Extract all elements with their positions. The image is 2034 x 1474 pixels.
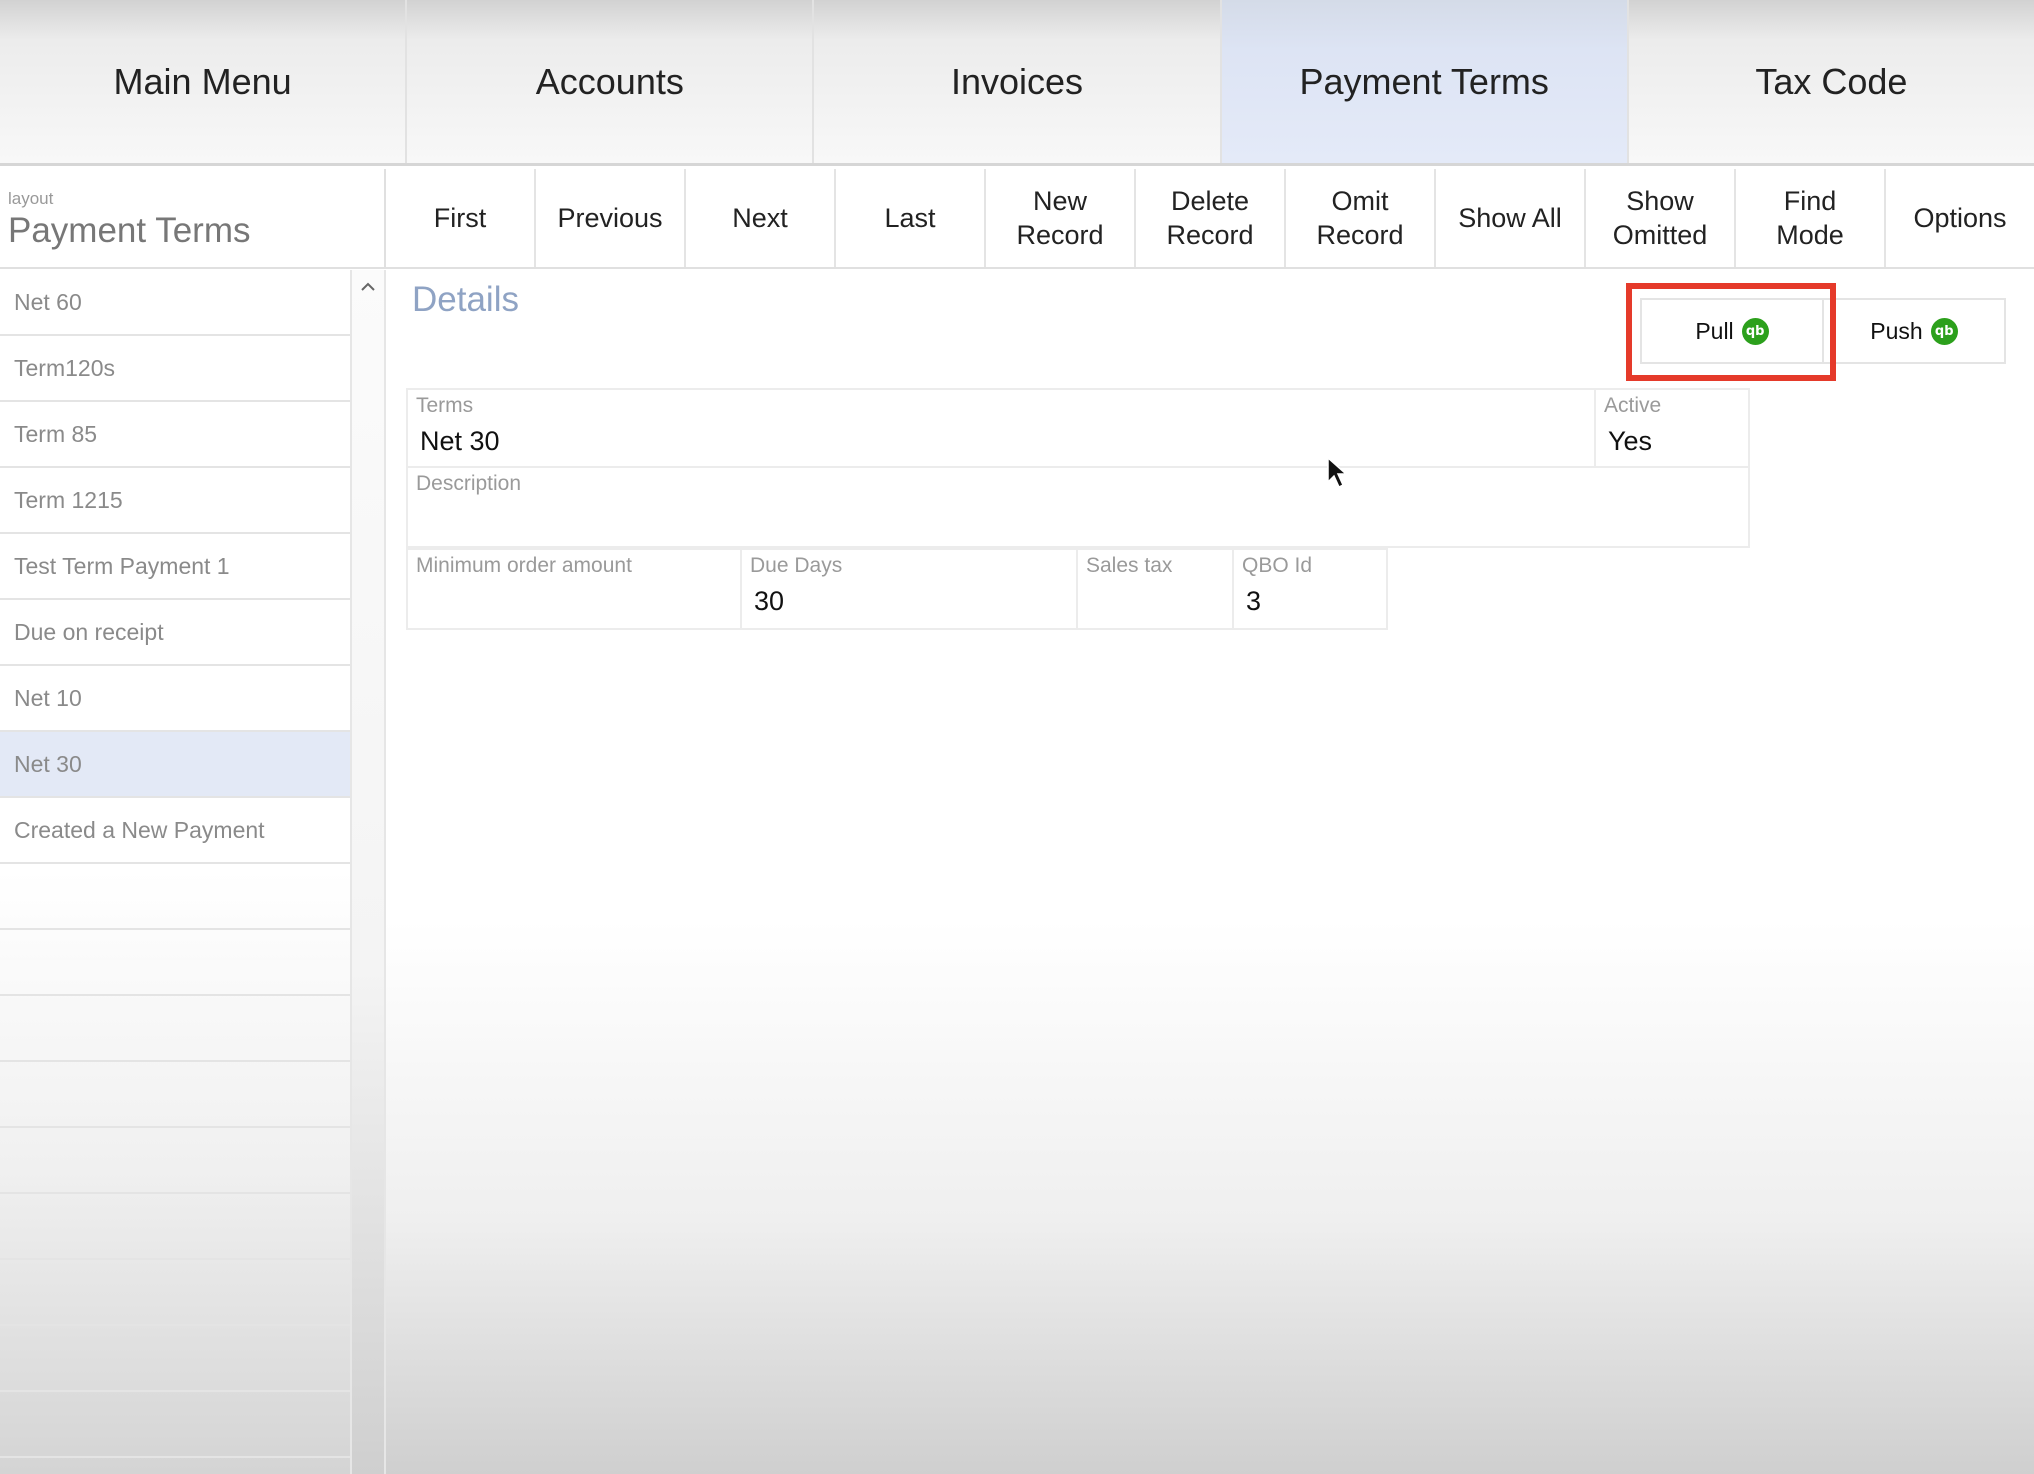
tab-accounts[interactable]: Accounts <box>407 0 815 163</box>
first-button[interactable]: First <box>386 169 536 267</box>
list-item[interactable]: Term 1215 <box>0 468 350 534</box>
quickbooks-icon: qb <box>1741 317 1769 345</box>
mouse-cursor-icon <box>1327 456 1348 489</box>
description-label: Description <box>416 472 522 495</box>
list-item-selected[interactable]: Net 30 <box>0 732 350 798</box>
list-item-empty <box>0 1326 350 1392</box>
list-item[interactable]: Test Term Payment 1 <box>0 534 350 600</box>
sales-tax-label: Sales tax <box>1086 554 1173 577</box>
previous-button[interactable]: Previous <box>536 169 686 267</box>
qbo-id-value: 3 <box>1246 586 1262 616</box>
layout-caption: layout <box>8 189 54 208</box>
push-button[interactable]: Push qb <box>1822 298 2006 364</box>
list-item-empty <box>0 996 350 1062</box>
list-item-empty <box>0 1128 350 1194</box>
details-panel: Details Pull qb Push qb Terms Net 30 Act… <box>386 270 2034 1474</box>
terms-field[interactable]: Terms Net 30 <box>406 388 1596 468</box>
tab-invoices[interactable]: Invoices <box>814 0 1222 163</box>
tab-payment-terms[interactable]: Payment Terms <box>1221 0 1629 163</box>
show-all-button[interactable]: Show All <box>1436 169 1586 267</box>
push-label: Push <box>1870 317 1923 344</box>
show-omitted-button[interactable]: Show Omitted <box>1586 169 1736 267</box>
terms-label: Terms <box>416 394 474 417</box>
options-button[interactable]: Options <box>1886 169 2034 267</box>
find-mode-button[interactable]: Find Mode <box>1736 169 1886 267</box>
record-toolbar: First Previous Next Last New Record Dele… <box>386 169 2034 269</box>
pull-label: Pull <box>1695 317 1734 344</box>
list-item-empty <box>0 930 350 996</box>
list-item[interactable]: Term120s <box>0 336 350 402</box>
list-item[interactable]: Due on receipt <box>0 600 350 666</box>
payment-terms-list: Net 60 Term120s Term 85 Term 1215 Test T… <box>0 270 350 1474</box>
minimum-order-amount-field[interactable]: Minimum order amount <box>406 548 742 630</box>
tab-tax-code[interactable]: Tax Code <box>1629 0 2034 163</box>
sales-tax-field[interactable]: Sales tax <box>1076 548 1234 630</box>
due-days-value: 30 <box>754 586 785 616</box>
qbo-id-label: QBO Id <box>1242 554 1313 577</box>
omit-record-button[interactable]: Omit Record <box>1286 169 1436 267</box>
details-title: Details <box>412 280 519 319</box>
active-field[interactable]: Active Yes <box>1594 388 1750 468</box>
scroll-up-icon[interactable] <box>352 270 384 304</box>
next-button[interactable]: Next <box>686 169 836 267</box>
last-button[interactable]: Last <box>836 169 986 267</box>
tab-main-menu[interactable]: Main Menu <box>0 0 408 163</box>
delete-record-button[interactable]: Delete Record <box>1136 169 1286 267</box>
top-navigation: Main Menu Accounts Invoices Payment Term… <box>0 0 2034 166</box>
minimum-order-amount-label: Minimum order amount <box>416 554 632 577</box>
list-item-empty <box>0 864 350 930</box>
pull-button[interactable]: Pull qb <box>1640 298 1824 364</box>
list-scrollbar[interactable] <box>350 270 386 1474</box>
list-item[interactable]: Net 60 <box>0 270 350 336</box>
list-item-empty <box>0 1062 350 1128</box>
qbo-id-field[interactable]: QBO Id 3 <box>1232 548 1388 630</box>
list-item-empty <box>0 1194 350 1260</box>
active-value: Yes <box>1608 426 1653 456</box>
list-item-empty <box>0 1260 350 1326</box>
list-item[interactable]: Created a New Payment <box>0 798 350 864</box>
due-days-field[interactable]: Due Days 30 <box>740 548 1078 630</box>
quickbooks-icon: qb <box>1930 317 1958 345</box>
due-days-label: Due Days <box>750 554 843 577</box>
terms-value: Net 30 <box>420 426 500 456</box>
layout-selector[interactable]: layout Payment Terms <box>0 169 386 269</box>
new-record-button[interactable]: New Record <box>986 169 1136 267</box>
list-item[interactable]: Net 10 <box>0 666 350 732</box>
list-item-empty <box>0 1392 350 1458</box>
active-label: Active <box>1604 394 1662 417</box>
layout-name: Payment Terms <box>8 211 251 250</box>
list-item[interactable]: Term 85 <box>0 402 350 468</box>
description-field[interactable]: Description <box>406 466 1750 548</box>
